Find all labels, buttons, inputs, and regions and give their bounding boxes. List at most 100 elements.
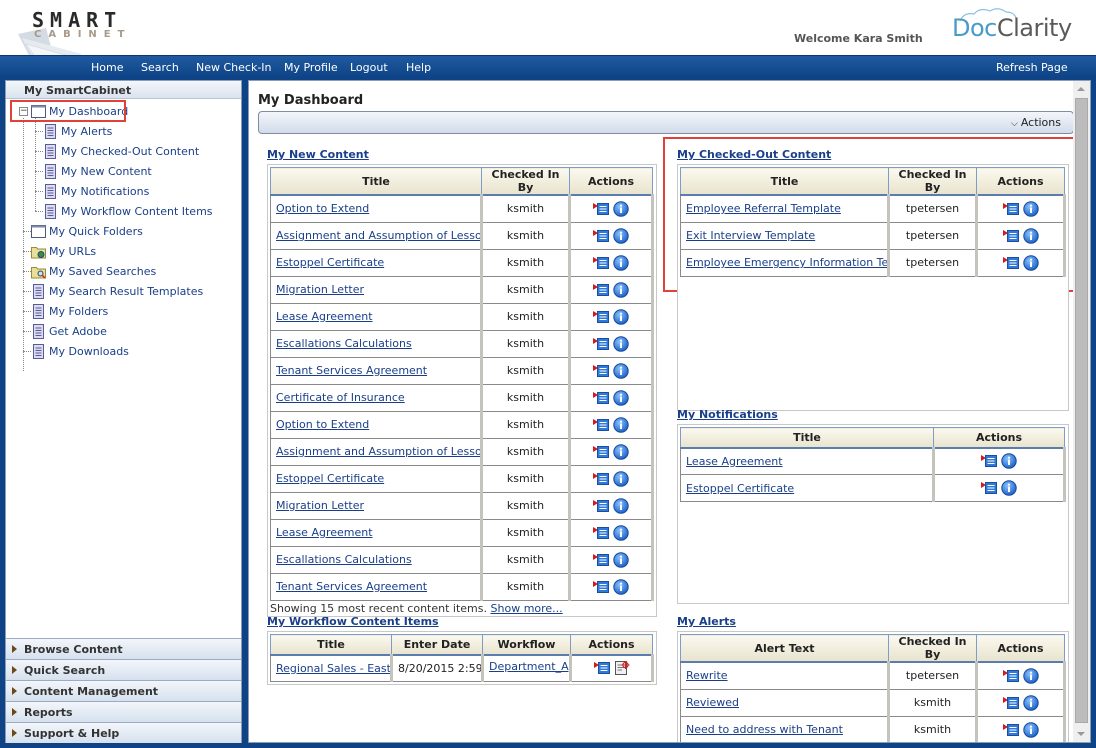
- column-header-title[interactable]: Title: [270, 167, 482, 196]
- info-icon[interactable]: [613, 443, 629, 460]
- nav-refresh-page[interactable]: Refresh Page: [996, 61, 1068, 74]
- nav-logout[interactable]: Logout: [350, 61, 388, 74]
- portlet-title-workflow[interactable]: My Workflow Content Items: [267, 615, 439, 628]
- column-header-enter-date[interactable]: Enter Date: [391, 634, 483, 656]
- actions-menu-icon[interactable]: [1002, 202, 1020, 216]
- actions-menu-icon[interactable]: [593, 202, 610, 216]
- info-icon[interactable]: [613, 362, 629, 379]
- column-header-checked-in-by[interactable]: Checked In By: [888, 167, 977, 196]
- actions-menu-icon[interactable]: [1002, 696, 1020, 710]
- actions-menu-icon[interactable]: [593, 310, 610, 324]
- portlet-title-new-content[interactable]: My New Content: [267, 148, 369, 161]
- sidebar-item-my-notifications[interactable]: My Notifications: [43, 181, 149, 201]
- info-icon[interactable]: [613, 227, 629, 244]
- sidebar-item-my-search-result-templates[interactable]: My Search Result Templates: [31, 281, 203, 301]
- info-icon[interactable]: [613, 201, 629, 217]
- sidebar-item-my-quick-folders[interactable]: My Quick Folders: [31, 221, 143, 241]
- actions-menu-icon[interactable]: [593, 445, 610, 459]
- column-header-workflow[interactable]: Workflow: [482, 634, 571, 656]
- content-title-link[interactable]: Escallations Calculations: [276, 553, 412, 566]
- sidebar-item-my-workflow-content-items[interactable]: My Workflow Content Items: [43, 201, 213, 221]
- nav-new-check-in[interactable]: New Check-In: [196, 61, 272, 74]
- nav-home[interactable]: Home: [91, 61, 123, 74]
- info-icon[interactable]: [613, 389, 629, 406]
- content-title-link[interactable]: Option to Extend: [276, 418, 369, 431]
- content-title-link[interactable]: Tenant Services Agreement: [276, 580, 427, 593]
- column-header-alert-text[interactable]: Alert Text: [680, 634, 889, 663]
- content-title-link[interactable]: Escallations Calculations: [276, 337, 412, 350]
- content-title-link[interactable]: Assignment and Assumption of Lessors Int…: [276, 445, 479, 458]
- actions-menu-icon[interactable]: [593, 472, 610, 486]
- content-title-link[interactable]: Estoppel Certificate: [686, 482, 794, 495]
- info-icon[interactable]: [1022, 721, 1039, 738]
- actions-menu-icon[interactable]: [1002, 229, 1020, 243]
- sidebar-item-my-urls[interactable]: My URLs: [31, 241, 96, 261]
- actions-menu-icon[interactable]: [593, 391, 610, 405]
- content-title-link[interactable]: Lease Agreement: [276, 310, 373, 323]
- sidebar-item-get-adobe[interactable]: Get Adobe: [31, 321, 107, 341]
- content-title-link[interactable]: Lease Agreement: [686, 455, 783, 468]
- info-icon[interactable]: [613, 497, 629, 514]
- sidebar-item-my-alerts[interactable]: My Alerts: [43, 121, 112, 141]
- nav-help[interactable]: Help: [406, 61, 431, 74]
- info-icon[interactable]: [613, 308, 629, 325]
- portlet-title-alerts[interactable]: My Alerts: [677, 615, 736, 628]
- info-icon[interactable]: [1022, 201, 1039, 217]
- portlet-title-notifications[interactable]: My Notifications: [677, 408, 778, 421]
- section-content-management[interactable]: Content Management: [6, 680, 241, 701]
- scroll-up-arrow-icon[interactable]: [1077, 87, 1085, 91]
- actions-menu-icon[interactable]: [593, 526, 610, 540]
- info-icon[interactable]: [613, 551, 629, 568]
- actions-menu-icon[interactable]: [981, 481, 998, 495]
- info-icon[interactable]: [1001, 480, 1017, 496]
- content-title-link[interactable]: Migration Letter: [276, 499, 364, 512]
- actions-menu-icon[interactable]: [593, 337, 610, 351]
- column-header-checked-in-by[interactable]: Checked In By: [888, 634, 977, 663]
- info-icon[interactable]: [1022, 254, 1039, 271]
- column-header-title[interactable]: Title: [270, 634, 392, 656]
- scroll-down-arrow-icon[interactable]: [1077, 732, 1085, 736]
- info-icon[interactable]: [613, 578, 629, 595]
- vertical-scrollbar[interactable]: [1073, 81, 1090, 742]
- nav-search[interactable]: Search: [141, 61, 179, 74]
- sidebar-item-my-saved-searches[interactable]: My Saved Searches: [31, 261, 156, 281]
- info-icon[interactable]: [613, 416, 629, 433]
- actions-menu-icon[interactable]: [1002, 669, 1020, 683]
- show-more-link[interactable]: Show more...: [491, 602, 563, 615]
- column-header-title[interactable]: Title: [680, 167, 889, 196]
- actions-menu-icon[interactable]: [593, 283, 610, 297]
- content-title-link[interactable]: Option to Extend: [276, 202, 369, 215]
- actions-menu-icon[interactable]: [981, 454, 998, 468]
- content-title-link[interactable]: Estoppel Certificate: [276, 256, 384, 269]
- content-title-link[interactable]: Exit Interview Template: [686, 229, 815, 242]
- content-title-link[interactable]: Regional Sales - East: [276, 662, 389, 675]
- info-icon[interactable]: [1001, 453, 1017, 469]
- actions-menu-icon[interactable]: [593, 418, 610, 432]
- sidebar-item-my-checked-out-content[interactable]: My Checked-Out Content: [43, 141, 199, 161]
- info-icon[interactable]: [613, 281, 629, 298]
- actions-menu-icon[interactable]: [593, 499, 610, 513]
- content-title-link[interactable]: Lease Agreement: [276, 526, 373, 539]
- nav-my-profile[interactable]: My Profile: [284, 61, 338, 74]
- sidebar-item-my-folders[interactable]: My Folders: [31, 301, 108, 321]
- content-title-link[interactable]: Tenant Services Agreement: [276, 364, 427, 377]
- actions-menu-button[interactable]: ⌵ Actions: [1011, 116, 1061, 129]
- content-title-link[interactable]: Reviewed: [686, 696, 739, 709]
- sidebar-item-my-new-content[interactable]: My New Content: [43, 161, 152, 181]
- content-title-link[interactable]: Assignment and Assumption of Lessors Int…: [276, 229, 479, 242]
- scroll-thumb[interactable]: [1075, 98, 1088, 723]
- content-title-link[interactable]: Migration Letter: [276, 283, 364, 296]
- content-title-link[interactable]: Employee Referral Template: [686, 202, 841, 215]
- content-title-link[interactable]: Certificate of Insurance: [276, 391, 405, 404]
- info-icon[interactable]: [613, 254, 629, 271]
- sidebar-item-my-downloads[interactable]: My Downloads: [31, 341, 129, 361]
- content-title-link[interactable]: Estoppel Certificate: [276, 472, 384, 485]
- actions-menu-icon[interactable]: [593, 229, 610, 243]
- content-title-link[interactable]: Need to address with Tenant: [686, 723, 843, 736]
- section-reports[interactable]: Reports: [6, 701, 241, 722]
- info-icon[interactable]: [1022, 227, 1039, 244]
- info-icon[interactable]: [613, 335, 629, 352]
- actions-menu-icon[interactable]: [593, 364, 610, 378]
- column-header-checked-in-by[interactable]: Checked In By: [481, 167, 570, 196]
- portlet-title-checked-out[interactable]: My Checked-Out Content: [677, 148, 831, 161]
